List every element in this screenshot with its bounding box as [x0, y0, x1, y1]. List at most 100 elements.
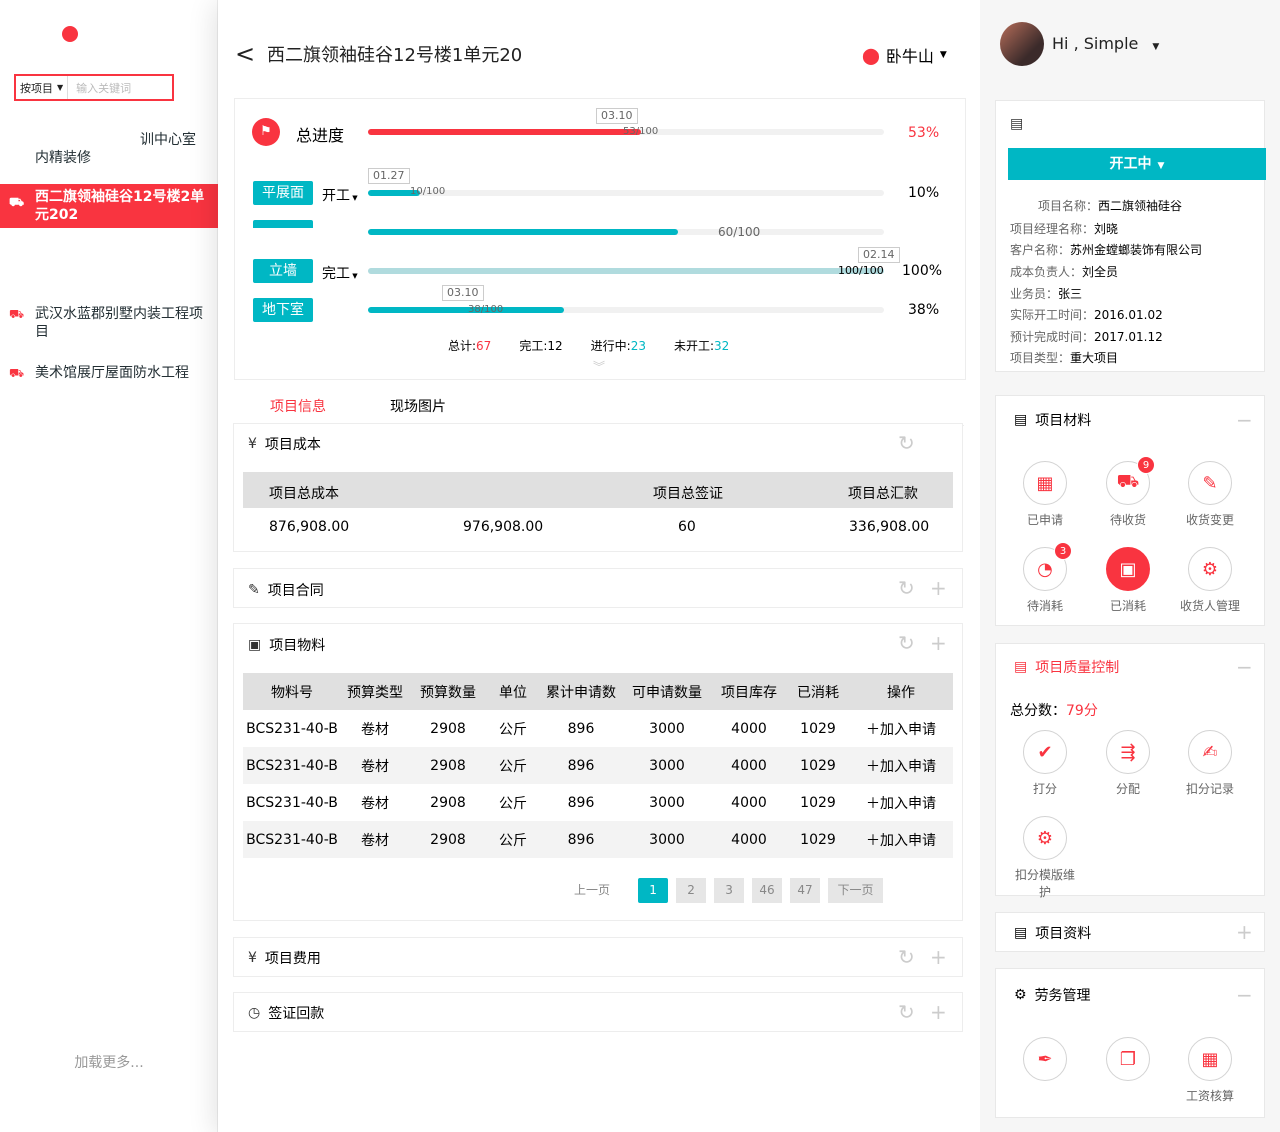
table-row: BCS231-40-B 卷材 2908 公斤 896 3000 4000 1029 ＋加入申请 [243, 747, 953, 784]
tab-site-photos[interactable]: 现场图片 [390, 396, 446, 416]
chevron-down-icon: ▼ [1152, 42, 1160, 52]
applied-icon: ▦ [1023, 461, 1067, 505]
add-request-link[interactable]: ＋加入申请 [849, 784, 953, 821]
stage-pct: 100% [902, 263, 943, 279]
stage-track [368, 190, 884, 196]
user-menu[interactable]: Hi , Simple ▼ [1052, 34, 1159, 53]
deduct-template-button[interactable]: ⚙ 扣分模版维护 [1010, 816, 1080, 900]
distribute-icon: ⇶ [1106, 730, 1150, 774]
labor-button[interactable]: ❐ [1093, 1037, 1163, 1087]
refresh-icon[interactable]: ↻ [898, 633, 915, 653]
load-more-link[interactable]: 加载更多... [0, 1052, 218, 1072]
add-icon[interactable]: + [930, 1002, 947, 1022]
location-pin-icon: ⬤ [862, 45, 880, 65]
cost-value: 876,908.00 [269, 519, 350, 535]
info-row: 项目类型：重大项目 [1010, 351, 1119, 365]
page-button[interactable]: 2 [676, 878, 707, 903]
document-icon: ▤ [1014, 412, 1028, 428]
refresh-icon[interactable]: ↻ [898, 578, 915, 598]
pen-icon: ✒ [1023, 1037, 1067, 1081]
expand-chevron-icon[interactable]: ︾ [593, 358, 605, 375]
collapse-icon[interactable]: − [1236, 655, 1253, 679]
info-row: 项目经理名称：刘晓 [1010, 222, 1119, 236]
nav-item-wuhan[interactable]: ⛟ 武汉水蓝郡别墅内装工程项目 [0, 305, 210, 341]
receipt-change-button[interactable]: ✎ 收货变更 [1175, 461, 1245, 528]
refresh-icon[interactable]: ↻ [898, 433, 915, 453]
next-page-button[interactable]: 下一页 [828, 878, 884, 903]
quality-icon: ▤ [1014, 659, 1028, 675]
add-request-link[interactable]: ＋加入申请 [849, 710, 953, 747]
stage-status-select[interactable]: 开工 ▼ [322, 185, 358, 205]
document-icon: ▤ [1014, 925, 1028, 941]
notification-dot-icon [62, 26, 78, 42]
consumed-button[interactable]: ▣ 已消耗 [1093, 547, 1163, 614]
stage-fill [368, 268, 884, 274]
assign-button[interactable]: ⇶ 分配 [1093, 730, 1163, 797]
info-row: 业务员：张三 [1010, 287, 1083, 301]
refresh-icon[interactable]: ↻ [898, 947, 915, 967]
contract-icon: ✎ [248, 582, 260, 598]
stage-track [368, 307, 884, 313]
total-ratio: 53/100 [623, 126, 659, 137]
avatar[interactable] [1000, 22, 1044, 66]
stage-ratio: 100/100 [838, 264, 884, 277]
fees-card-header: ¥ 项目费用 [248, 950, 321, 967]
page-button[interactable]: 3 [714, 878, 745, 903]
location-select[interactable]: ⬤ 卧牛山 ▼ [862, 43, 947, 67]
stage-fill [368, 229, 678, 235]
stage-status-select[interactable]: 完工 ▼ [322, 263, 358, 283]
table-row: BCS231-40-B 卷材 2908 公斤 896 3000 4000 1029 ＋加入申请 [243, 821, 953, 858]
nav-item-partial[interactable]: 训中心室 内精装修 [0, 131, 218, 167]
page: { "header": { "title": "西二旗领袖硅谷12号楼1单元20… [0, 0, 1280, 1132]
materials-table: 物料号 预算类型 预算数量 单位 累计申请数 可申请数量 项目库存 已消耗 操作… [243, 673, 953, 858]
progress-stats: 总计:67 完工:12 进行中:23 未开工:32 [448, 339, 730, 353]
cost-header-visa: 项目总签证 [653, 486, 723, 502]
receiver-manage-button[interactable]: ⚙ 收货人管理 [1175, 547, 1245, 614]
page-button[interactable]: 47 [790, 878, 821, 903]
clock-icon: ◷ [248, 1005, 261, 1021]
add-icon[interactable]: + [930, 633, 947, 653]
date-tag: 01.27 [368, 168, 410, 184]
collapse-icon[interactable]: − [1236, 983, 1253, 1007]
deduct-record-button[interactable]: ✍ 扣分记录 [1175, 730, 1245, 797]
stage-button[interactable]: 地下室 [253, 298, 313, 322]
refresh-icon[interactable]: ↻ [898, 1002, 915, 1022]
nav-item-active[interactable]: ⛟ 西二旗领袖硅谷12号楼2单元202 [0, 184, 218, 228]
applied-button[interactable]: ▦ 已申请 [1010, 461, 1080, 528]
labor-header: ⚙ 劳务管理 [1014, 987, 1091, 1004]
pending-receipt-button[interactable]: ⛟ 9 待收货 [1093, 456, 1163, 528]
stage-pct: 38% [908, 302, 940, 318]
page-button[interactable]: 1 [638, 878, 669, 903]
add-icon[interactable]: + [930, 578, 947, 598]
add-request-link[interactable]: ＋加入申请 [849, 821, 953, 858]
page-button[interactable]: 46 [752, 878, 783, 903]
back-button[interactable]: < [235, 40, 255, 68]
search-input[interactable]: 输入关键词 [68, 80, 131, 96]
cost-table-header [243, 472, 953, 508]
score-button[interactable]: ✔ 打分 [1010, 730, 1080, 797]
materials-icon: ▣ [248, 637, 262, 653]
add-icon[interactable]: + [930, 947, 947, 967]
table-row: BCS231-40-B 卷材 2908 公斤 896 3000 4000 1029 ＋加入申请 [243, 784, 953, 821]
wage-calc-button[interactable]: ▦ 工资核算 [1175, 1037, 1245, 1104]
stage-button[interactable] [253, 220, 313, 228]
contract-card [233, 568, 963, 608]
to-consume-button[interactable]: ◔ 3 待消耗 [1010, 542, 1080, 614]
collapse-icon[interactable]: − [1236, 408, 1253, 432]
stage-button[interactable]: 立墙 [253, 259, 313, 283]
labor-button[interactable]: ✒ [1010, 1037, 1080, 1087]
search-scope-select[interactable]: 按项目 ▼ [16, 76, 69, 99]
info-row: 客户名称：苏州金螳螂装饰有限公司 [1010, 243, 1203, 257]
total-progress-label: 总进度 [296, 126, 345, 145]
prev-page-button[interactable]: 上一页 [570, 878, 614, 903]
tab-project-info[interactable]: 项目信息 [270, 396, 326, 416]
info-row: 项目名称：西二旗领袖硅谷 [1038, 199, 1183, 213]
expand-icon[interactable]: + [1236, 920, 1253, 944]
tab-bar [234, 390, 964, 426]
status-dropdown[interactable]: 开工中 ▼ [1008, 148, 1266, 180]
add-request-link[interactable]: ＋加入申请 [849, 747, 953, 784]
stage-button[interactable]: 平展面 [253, 181, 313, 205]
calculator-icon: ▦ [1188, 1037, 1232, 1081]
materials-card-header: ▣ 项目物料 [248, 637, 326, 654]
nav-item-museum[interactable]: ⛟ 美术馆展厅屋面防水工程 [0, 364, 200, 382]
